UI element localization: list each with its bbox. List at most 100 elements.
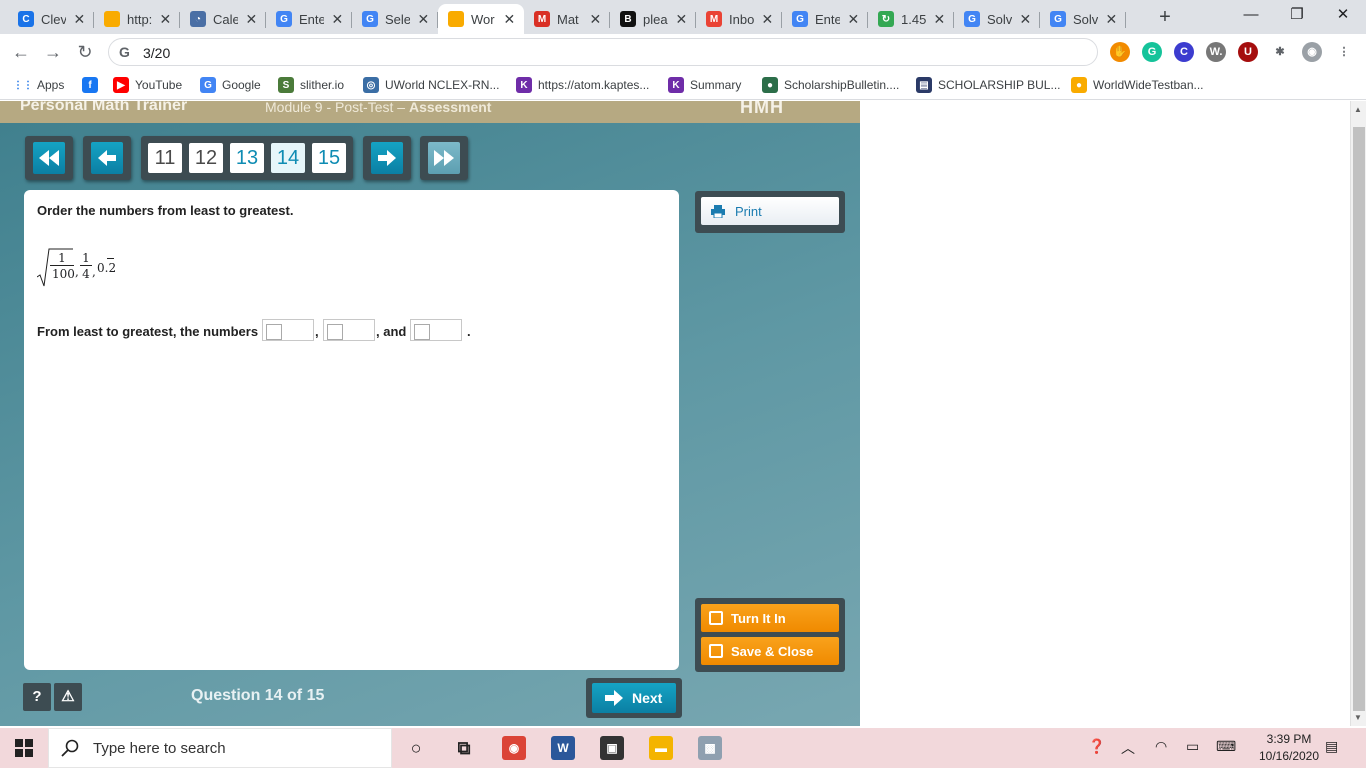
tab-close-icon[interactable]: ✕	[933, 11, 946, 28]
bookmark-item[interactable]: ◎ UWorld NCLEX-RN...	[363, 76, 499, 94]
ext-c-icon[interactable]: C	[1174, 42, 1194, 62]
chevron-up-icon[interactable]: ︿	[1121, 738, 1135, 758]
minimize-button[interactable]: —	[1228, 0, 1274, 30]
question-number-12[interactable]: 12	[189, 143, 223, 173]
network-icon[interactable]: ◠	[1155, 738, 1167, 755]
tab-close-icon[interactable]: ✕	[503, 11, 516, 28]
bookmark-item[interactable]: ▶ YouTube	[113, 76, 182, 94]
question-number-15[interactable]: 15	[312, 143, 346, 173]
browser-tab[interactable]: G Sele ✕	[352, 4, 438, 34]
taskbar-clock[interactable]: 3:39 PM 10/16/2020	[1257, 731, 1321, 765]
back-button[interactable]: ←	[8, 39, 34, 65]
bookmark-item[interactable]: K Summary	[668, 76, 741, 94]
browser-tab[interactable]: M Inbo ✕	[696, 4, 782, 34]
question-number-11[interactable]: 11	[148, 143, 182, 173]
browser-tab[interactable]: ◔ Cale ✕	[180, 4, 266, 34]
tab-close-icon[interactable]: ✕	[1105, 11, 1118, 28]
address-bar[interactable]: G 3/20	[108, 38, 1098, 66]
bookmark-item[interactable]: Khttps://atom.kaptes...	[516, 76, 649, 94]
next-button[interactable]: Next	[592, 683, 676, 713]
tab-favicon-icon: B	[620, 11, 636, 27]
help-tray-icon[interactable]: ❓	[1088, 738, 1105, 755]
answer-box-2[interactable]	[323, 319, 375, 341]
keyboard-icon[interactable]: ⌨	[1216, 738, 1236, 755]
file-explorer-icon[interactable]: ▬	[649, 736, 673, 760]
bookmark-label: WorldWideTestban...	[1093, 78, 1204, 92]
bookmark-item[interactable]: Sslither.io	[278, 76, 344, 94]
tab-close-icon[interactable]: ✕	[847, 11, 860, 28]
bookmark-item[interactable]: G Google	[200, 76, 261, 94]
grammarly-icon[interactable]: G	[1142, 42, 1162, 62]
answer-box-1[interactable]	[262, 319, 314, 341]
repeating-decimal: 0.2	[97, 261, 117, 275]
scroll-thumb[interactable]	[1353, 127, 1365, 711]
browser-tab[interactable]: C Clev ✕	[8, 4, 94, 34]
tab-favicon-icon: C	[18, 11, 34, 27]
ext-w-icon[interactable]: W.	[1206, 42, 1226, 62]
help-button[interactable]: ?	[23, 683, 51, 711]
tab-close-icon[interactable]: ✕	[675, 11, 688, 28]
browser-tab[interactable]: G Ente ✕	[782, 4, 868, 34]
cortana-icon[interactable]: ○	[404, 736, 428, 760]
last-question-button[interactable]	[428, 142, 460, 174]
task-view-icon[interactable]: ⧉	[452, 736, 476, 760]
bookmark-item[interactable]: ● ScholarshipBulletin....	[762, 76, 899, 94]
answer-box-3[interactable]	[410, 319, 462, 341]
tab-close-icon[interactable]: ✕	[331, 11, 344, 28]
next-question-arrow-button[interactable]	[371, 142, 403, 174]
profile-icon[interactable]: ◉	[1302, 42, 1322, 62]
browser-tab[interactable]: G Solv ✕	[1040, 4, 1126, 34]
ext-orange-icon[interactable]: ✋	[1110, 42, 1130, 62]
tab-close-icon[interactable]: ✕	[245, 11, 258, 28]
turn-it-in-button[interactable]: Turn It In	[701, 604, 839, 632]
tab-close-icon[interactable]: ✕	[73, 11, 86, 28]
menu-icon[interactable]: ⋮	[1334, 42, 1354, 62]
browser-tab[interactable]: G Solv ✕	[954, 4, 1040, 34]
question-number-14[interactable]: 14	[271, 143, 305, 173]
bookmark-icon: K	[668, 77, 684, 93]
notification-icon[interactable]: ▤	[1325, 738, 1338, 755]
warning-icon[interactable]: ⚠	[54, 683, 82, 711]
word-icon[interactable]: W	[551, 736, 575, 760]
reload-button[interactable]: ↻	[72, 39, 98, 65]
question-number-strip: 11 12 13 14 15	[141, 136, 353, 180]
browser-tab[interactable]: G Ente ✕	[266, 4, 352, 34]
bookmark-label: ScholarshipBulletin....	[784, 78, 900, 92]
extensions-puzzle-icon[interactable]: ✱	[1270, 42, 1290, 62]
print-button[interactable]: Print	[701, 197, 839, 225]
next-button-tile: Next	[586, 678, 682, 718]
bookmark-item[interactable]: ⋮⋮ Apps	[13, 76, 64, 94]
page-scrollbar[interactable]: ▲ ▼	[1350, 101, 1366, 726]
browser-tab[interactable]: ↻ 1.45 ✕	[868, 4, 954, 34]
chrome-icon[interactable]: ◉	[502, 736, 526, 760]
new-tab-button[interactable]: +	[1152, 6, 1178, 30]
bookmark-item[interactable]: f	[82, 76, 104, 94]
question-number-13[interactable]: 13	[230, 143, 264, 173]
browser-tab[interactable]: Bplea ✕	[610, 4, 696, 34]
start-button[interactable]	[0, 728, 48, 768]
scroll-down-icon[interactable]: ▼	[1354, 713, 1362, 722]
first-question-button[interactable]	[33, 142, 65, 174]
address-text[interactable]: 3/20	[143, 45, 170, 61]
tab-close-icon[interactable]: ✕	[589, 11, 602, 28]
battery-icon[interactable]: ▭	[1186, 738, 1199, 755]
browser-tab[interactable]: http: ✕	[94, 4, 180, 34]
tab-close-icon[interactable]: ✕	[417, 11, 430, 28]
tab-close-icon[interactable]: ✕	[761, 11, 774, 28]
previous-question-button[interactable]	[91, 142, 123, 174]
browser-tab[interactable]: M Mat ✕	[524, 4, 610, 34]
browser-tab[interactable]: Wor ✕	[438, 4, 524, 34]
save-close-button[interactable]: Save & Close	[701, 637, 839, 665]
restore-button[interactable]: ❐	[1274, 0, 1320, 30]
tab-close-icon[interactable]: ✕	[159, 11, 172, 28]
close-window-button[interactable]: ✕	[1320, 0, 1366, 30]
taskbar-search[interactable]: Type here to search	[48, 728, 392, 768]
scroll-up-icon[interactable]: ▲	[1354, 105, 1362, 114]
photos-icon[interactable]: ▩	[698, 736, 722, 760]
tab-close-icon[interactable]: ✕	[1019, 11, 1032, 28]
forward-button[interactable]: →	[40, 39, 66, 65]
store-icon[interactable]: ▣	[600, 736, 624, 760]
bookmark-item[interactable]: ● WorldWideTestban...	[1071, 76, 1204, 94]
bookmark-item[interactable]: ▤ SCHOLARSHIP BUL...	[916, 76, 1060, 94]
ext-u-icon[interactable]: U	[1238, 42, 1258, 62]
